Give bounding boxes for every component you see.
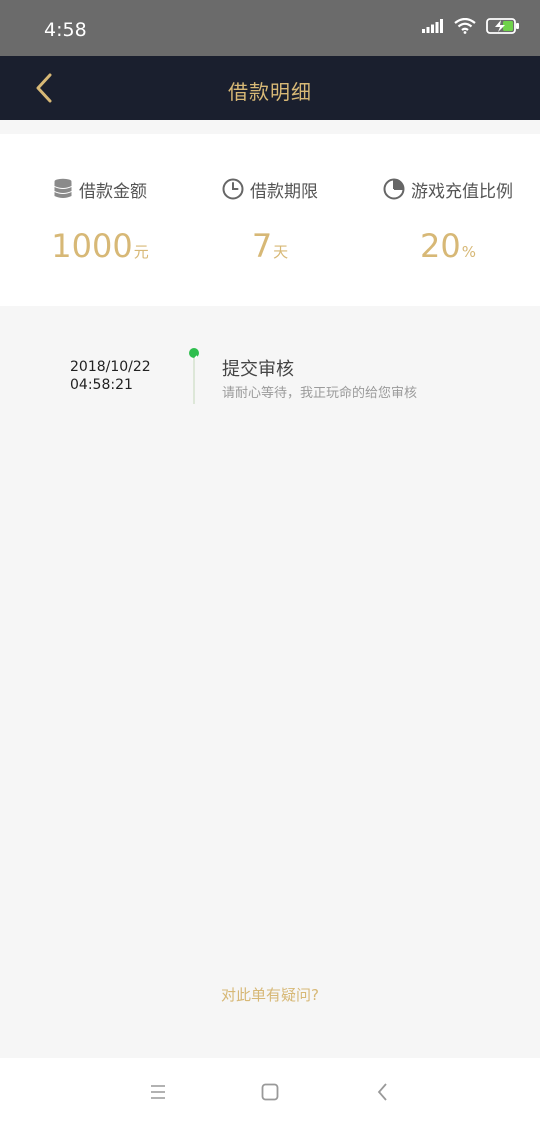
coin-stack-icon (54, 178, 72, 198)
wifi-icon (454, 18, 476, 34)
metric-recharge-ratio: 游戏充值比例 20% (358, 176, 538, 272)
metric-label-row: 借款期限 (180, 176, 360, 202)
status-icons (422, 18, 520, 34)
timeline-time: 04:58:21 (70, 377, 133, 393)
metric-unit: 元 (133, 243, 149, 261)
pie-chart-icon (383, 178, 405, 200)
home-square-icon (261, 1083, 279, 1101)
menu-button[interactable] (146, 1080, 170, 1104)
home-button[interactable] (258, 1080, 282, 1104)
timeline-event-title: 提交审核 (222, 359, 294, 380)
metric-label-row: 游戏充值比例 (358, 176, 538, 202)
timeline-timestamp: 2018/10/22 04:58:21 (70, 358, 151, 394)
loan-summary: 借款金额 1000元 借款期限 7天 游戏充值比例 20% (0, 134, 540, 306)
system-back-button[interactable] (371, 1080, 395, 1104)
metric-label: 借款金额 (79, 181, 147, 202)
metric-label: 游戏充值比例 (411, 181, 513, 202)
metric-value-row: 7天 (180, 226, 360, 272)
review-timeline: 2018/10/22 04:58:21 提交审核 请耐心等待，我正玩命的给您审核… (0, 306, 540, 1058)
timeline-check-dot (189, 348, 199, 361)
metric-loan-term: 借款期限 7天 (180, 176, 360, 272)
system-nav-bar (0, 1058, 540, 1124)
timeline-line (193, 358, 195, 404)
timeline-event-description: 请耐心等待，我正玩命的给您审核 (222, 386, 418, 401)
metric-unit: 天 (273, 243, 289, 261)
signal-icon (422, 19, 443, 33)
metric-value: 7 (251, 227, 273, 265)
page-title: 借款明细 (228, 80, 312, 104)
metric-label-row: 借款金额 (10, 176, 190, 202)
battery-charging-icon (486, 18, 519, 34)
metric-label: 借款期限 (250, 181, 318, 202)
metric-value-row: 1000元 (10, 226, 190, 272)
menu-icon (151, 1085, 165, 1099)
clock-icon (222, 178, 244, 200)
metric-value: 1000 (51, 227, 133, 265)
metric-value-row: 20% (358, 226, 538, 272)
metric-value: 20 (420, 227, 461, 265)
back-triangle-icon (377, 1083, 387, 1101)
app-root: 4:58 借款明细 借款金额 1000元 借款期限 7天 游戏充值比例 20% … (0, 0, 540, 1124)
metric-unit: % (461, 243, 476, 261)
metric-loan-amount: 借款金额 1000元 (10, 176, 190, 272)
status-bar: 4:58 (0, 0, 540, 56)
header-bar: 借款明细 (0, 56, 540, 120)
status-time: 4:58 (44, 19, 87, 41)
timeline-date: 2018/10/22 (70, 359, 151, 375)
question-link[interactable]: 对此单有疑问? (0, 984, 540, 1005)
